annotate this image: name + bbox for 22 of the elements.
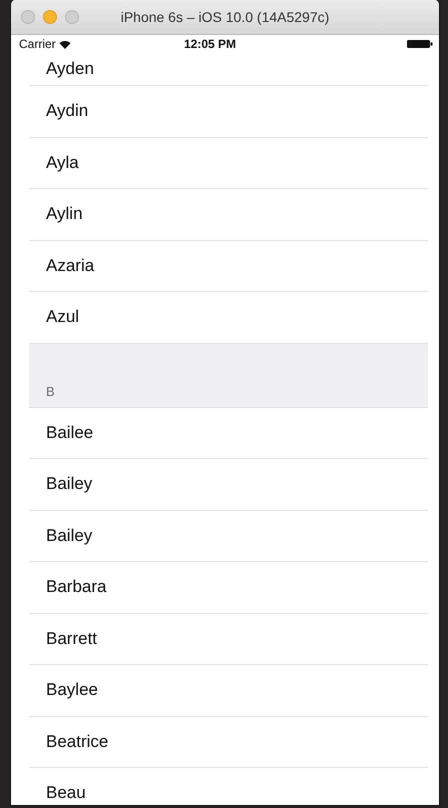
list-row[interactable]: Baylee	[29, 665, 428, 716]
list-row[interactable]: Beatrice	[29, 716, 428, 768]
window-title: iPhone 6s – iOS 10.0 (14A5297c)	[120, 9, 330, 25]
close-button[interactable]	[21, 10, 35, 24]
list-row[interactable]: Bailey	[29, 459, 428, 510]
list-row[interactable]: Barrett	[29, 614, 428, 665]
list-row[interactable]: Bailee	[29, 408, 428, 459]
section-letter: B	[46, 384, 55, 398]
list-row[interactable]: Barbara	[29, 562, 428, 614]
list-row[interactable]: Bailey	[29, 510, 428, 562]
list-row[interactable]: Aylin	[29, 189, 428, 240]
list-row[interactable]: Ayden	[29, 53, 428, 86]
wifi-icon	[58, 40, 71, 48]
minimize-button[interactable]	[43, 10, 57, 24]
clock-time: 12:05 PM	[184, 37, 238, 51]
carrier-label: Carrier	[19, 37, 56, 51]
list-row[interactable]: Beau	[29, 768, 428, 805]
list-row[interactable]: Ayla	[29, 138, 428, 189]
list-row[interactable]: Azaria	[29, 240, 428, 292]
list-row[interactable]: Aydin	[29, 86, 428, 138]
battery-icon	[407, 39, 433, 49]
zoom-button[interactable]	[65, 10, 79, 24]
